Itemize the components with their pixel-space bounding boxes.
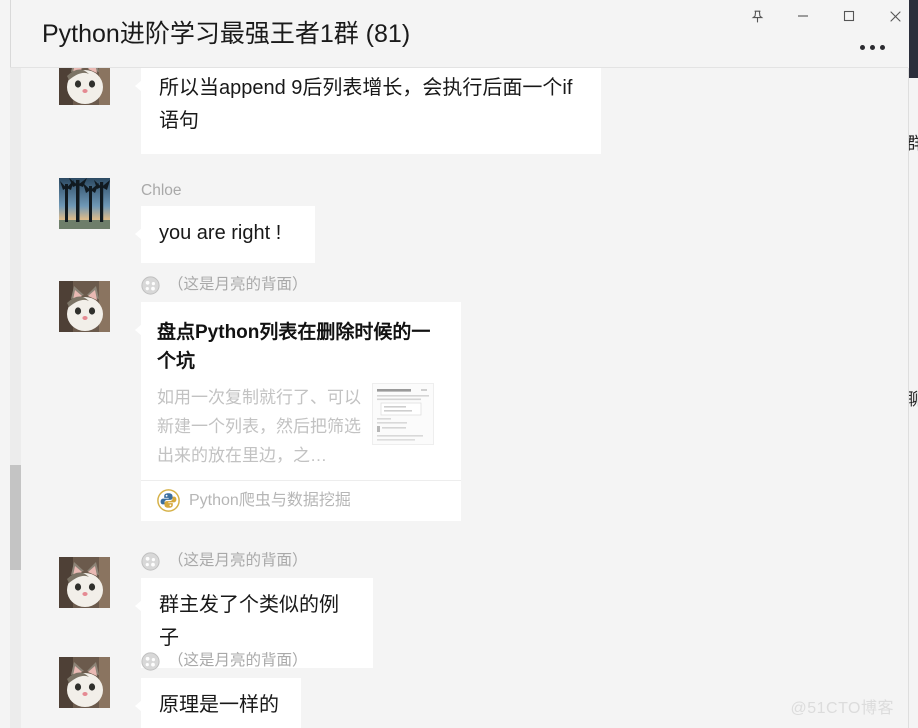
article-thumbnail — [372, 383, 434, 445]
minimize-icon[interactable] — [780, 1, 826, 31]
watermark: @51CTO博客 — [790, 700, 894, 717]
message-sender-row: （这是月亮的背面） — [141, 650, 308, 672]
more-options-button[interactable] — [852, 34, 892, 60]
message-sender-row: Chloe — [141, 180, 182, 202]
sender-name: （这是月亮的背面） — [168, 552, 308, 569]
card-description: 如用一次复制就行了、可以新建一个列表，然后把筛选出来的放在里边，之… — [157, 388, 361, 465]
right-panel-clipped: 群 聊 — [909, 68, 918, 728]
avatar[interactable] — [59, 178, 110, 229]
message-text: 所以当append 9后列表增长，会执行后面一个if语句 — [159, 77, 573, 132]
message-text: 原理是一样的 — [159, 694, 279, 716]
avatar[interactable] — [59, 657, 110, 708]
message-sender-row: （这是月亮的背面） — [141, 274, 308, 296]
title-bar: Python进阶学习最强王者1群 (81) — [0, 0, 918, 68]
message-list: 所以当append 9后列表增长，会执行后面一个if语句 Chloe you a… — [21, 68, 908, 728]
card-body: 盘点Python列表在删除时候的一个坑 如用一次复制就行了、可以新建一个列表，然… — [141, 302, 461, 480]
page-title: Python进阶学习最强王者1群 (81) — [42, 20, 411, 48]
python-logo-icon — [157, 489, 180, 512]
sender-name: （这是月亮的背面） — [168, 652, 308, 669]
sender-name: Chloe — [141, 182, 182, 199]
message-bubble[interactable]: 所以当append 9后列表增长，会执行后面一个if语句 — [135, 68, 601, 154]
avatar[interactable] — [59, 281, 110, 332]
more-dot-3 — [879, 44, 885, 50]
maximize-icon[interactable] — [826, 1, 872, 31]
window-controls — [734, 0, 918, 32]
right-clip-text-2: 聊 — [909, 390, 918, 409]
message-text: 群主发了个类似的例子 — [159, 594, 339, 649]
message-scrollbar-thumb[interactable] — [10, 465, 21, 570]
right-clip-text-1: 群 — [909, 134, 918, 153]
avatar[interactable] — [59, 557, 110, 608]
message-bubble[interactable]: you are right ! — [135, 206, 315, 263]
shared-article-card[interactable]: 盘点Python列表在删除时候的一个坑 如用一次复制就行了、可以新建一个列表，然… — [135, 302, 461, 521]
more-dot-2 — [869, 44, 875, 50]
card-source-row[interactable]: Python爬虫与数据挖掘 — [141, 480, 461, 521]
message-list-area: 所以当append 9后列表增长，会执行后面一个if语句 Chloe you a… — [10, 68, 908, 728]
group-badge-icon — [141, 551, 160, 571]
more-dot-1 — [859, 44, 865, 50]
card-middle: 如用一次复制就行了、可以新建一个列表，然后把筛选出来的放在里边，之… — [157, 383, 445, 470]
sender-name: （这是月亮的背面） — [168, 276, 308, 293]
group-badge-icon — [141, 275, 160, 295]
message-text: you are right ! — [159, 222, 282, 244]
pin-icon[interactable] — [734, 1, 780, 31]
group-badge-icon — [141, 651, 160, 671]
message-bubble[interactable]: 原理是一样的 — [135, 678, 301, 728]
card-title: 盘点Python列表在删除时候的一个坑 — [157, 322, 431, 372]
avatar[interactable] — [59, 68, 110, 105]
message-scrollbar[interactable] — [10, 68, 21, 728]
message-sender-row: （这是月亮的背面） — [141, 550, 308, 572]
card-source-name: Python爬虫与数据挖掘 — [189, 491, 351, 509]
titlebar-left-divider — [10, 0, 11, 68]
right-accent-bar — [909, 0, 918, 68]
chat-window: Python进阶学习最强王者1群 (81) 所以当append 9后列表增长，会… — [0, 0, 918, 728]
